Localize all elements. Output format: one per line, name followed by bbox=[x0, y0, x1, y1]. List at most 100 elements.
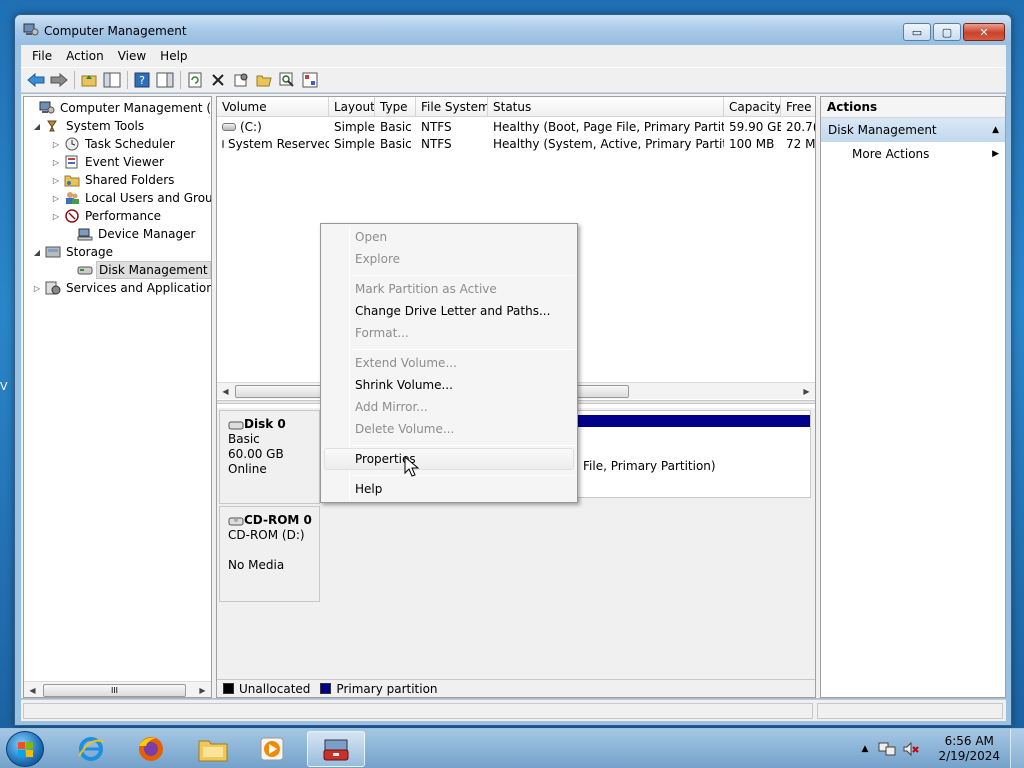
network-icon[interactable] bbox=[878, 741, 896, 757]
search-button[interactable] bbox=[276, 70, 298, 90]
tree-item-services-and-applications[interactable]: ▷ Services and Applications bbox=[32, 279, 211, 297]
cd-rom-0-label[interactable]: CD-ROM 0 CD-ROM (D:) No Media bbox=[219, 506, 320, 602]
volume-muted-icon[interactable] bbox=[902, 741, 920, 757]
menu-item-shrink-volume[interactable]: Shrink Volume... bbox=[355, 375, 453, 395]
tree-label: Event Viewer bbox=[85, 155, 164, 169]
services-icon bbox=[45, 281, 61, 295]
tree-item-shared-folders[interactable]: ▷ Shared Folders bbox=[51, 171, 176, 189]
disk-name: CD-ROM 0 bbox=[228, 513, 319, 528]
start-button[interactable] bbox=[6, 731, 44, 767]
partition-status: File, Primary Partition) bbox=[583, 459, 716, 473]
taskbar-internet-explorer[interactable] bbox=[62, 731, 120, 767]
collapse-icon[interactable]: ▲ bbox=[992, 125, 999, 135]
menu-item-mark-partition-active[interactable]: Mark Partition as Active bbox=[355, 279, 497, 299]
tree-item-storage[interactable]: ◢ Storage bbox=[32, 243, 115, 261]
tree-item-computer-management[interactable]: Computer Management (Local bbox=[26, 99, 211, 117]
show-hidden-icons-button[interactable]: ▲ bbox=[862, 744, 869, 754]
taskbar-file-explorer[interactable] bbox=[184, 731, 242, 767]
scroll-right-icon[interactable]: ▶ bbox=[194, 686, 211, 695]
show-hide-action-pane-button[interactable] bbox=[154, 70, 176, 90]
tree-item-system-tools[interactable]: ◢ System Tools bbox=[32, 117, 146, 135]
column-header-layout[interactable]: Layout bbox=[329, 97, 375, 117]
disk-0-label[interactable]: Disk 0 Basic 60.00 GB Online bbox=[219, 410, 320, 504]
volume-row[interactable]: System Reserved Simple Basic NTFS Health… bbox=[217, 135, 815, 152]
tree-item-event-viewer[interactable]: ▷ Event Viewer bbox=[51, 153, 166, 171]
menu-file[interactable]: File bbox=[25, 49, 59, 63]
task-scheduler-icon bbox=[65, 137, 79, 151]
mouse-cursor-icon bbox=[404, 456, 420, 477]
status-segment bbox=[23, 703, 813, 719]
tree-item-local-users-and-groups[interactable]: ▷ Local Users and Groups bbox=[51, 189, 212, 207]
column-header-capacity[interactable]: Capacity bbox=[724, 97, 781, 117]
back-button[interactable] bbox=[25, 70, 47, 90]
volume-row[interactable]: (C:) Simple Basic NTFS Healthy (Boot, Pa… bbox=[217, 118, 815, 135]
expanded-arrow-icon[interactable]: ◢ bbox=[32, 248, 42, 257]
column-header-type[interactable]: Type bbox=[375, 97, 416, 117]
taskbar-firefox[interactable] bbox=[122, 731, 180, 767]
menu-item-add-mirror[interactable]: Add Mirror... bbox=[355, 397, 428, 417]
scroll-right-icon[interactable]: ▶ bbox=[798, 387, 815, 396]
up-one-level-button[interactable] bbox=[78, 70, 100, 90]
menu-help[interactable]: Help bbox=[153, 49, 194, 63]
taskbar-computer-management[interactable] bbox=[307, 731, 365, 767]
open-folder-icon bbox=[256, 75, 272, 87]
column-header-status[interactable]: Status bbox=[488, 97, 724, 117]
collapsed-arrow-icon[interactable]: ▷ bbox=[51, 212, 61, 221]
more-actions-item[interactable]: More Actions ▶ bbox=[821, 142, 1005, 166]
menu-view[interactable]: View bbox=[111, 49, 153, 63]
system-tools-icon bbox=[47, 120, 57, 132]
taskbar-media-player[interactable] bbox=[243, 731, 301, 767]
title-bar[interactable]: Computer Management ▭ ▢ ✕ bbox=[15, 15, 1011, 45]
tree-label: Local Users and Groups bbox=[85, 191, 212, 205]
collapsed-arrow-icon[interactable]: ▷ bbox=[32, 284, 42, 293]
menu-item-format[interactable]: Format... bbox=[355, 323, 409, 343]
tree-item-task-scheduler[interactable]: ▷ Task Scheduler bbox=[51, 135, 177, 153]
menu-separator bbox=[351, 475, 575, 476]
show-desktop-button[interactable] bbox=[1010, 729, 1024, 768]
column-header-file-system[interactable]: File System bbox=[416, 97, 488, 117]
delete-button[interactable] bbox=[207, 70, 229, 90]
actions-section-disk-management[interactable]: Disk Management ▲ bbox=[821, 118, 1005, 142]
scroll-left-icon[interactable]: ◀ bbox=[217, 387, 234, 396]
tree-horizontal-scrollbar[interactable]: ◀ III ▶ bbox=[24, 681, 211, 697]
menu-item-open[interactable]: Open bbox=[355, 227, 387, 247]
scroll-thumb[interactable]: III bbox=[43, 683, 186, 697]
menu-action[interactable]: Action bbox=[59, 49, 111, 63]
properties-button[interactable] bbox=[230, 70, 252, 90]
expanded-arrow-icon[interactable]: ◢ bbox=[32, 122, 42, 131]
disk-management-icon bbox=[77, 266, 93, 275]
file-system-cell: NTFS bbox=[421, 119, 452, 134]
collapsed-arrow-icon[interactable]: ▷ bbox=[51, 176, 61, 185]
collapsed-arrow-icon[interactable]: ▷ bbox=[51, 194, 61, 203]
tree-item-device-manager[interactable]: Device Manager bbox=[64, 225, 197, 243]
menu-item-explore[interactable]: Explore bbox=[355, 249, 400, 269]
back-arrow-icon bbox=[27, 73, 45, 87]
show-hide-console-tree-button[interactable] bbox=[101, 70, 123, 90]
help-button[interactable]: ? bbox=[131, 70, 153, 90]
delete-x-icon bbox=[212, 74, 224, 86]
menu-item-delete-volume[interactable]: Delete Volume... bbox=[355, 419, 454, 439]
tree-item-performance[interactable]: ▷ Performance bbox=[51, 207, 163, 225]
open-button[interactable] bbox=[253, 70, 275, 90]
clock-date: 2/19/2024 bbox=[938, 749, 1000, 763]
minimize-button[interactable]: ▭ bbox=[903, 23, 931, 41]
scroll-left-icon[interactable]: ◀ bbox=[24, 686, 41, 695]
computer-management-taskbar-icon bbox=[323, 739, 349, 761]
clock[interactable]: 6:56 AM 2/19/2024 bbox=[938, 734, 1000, 764]
maximize-button[interactable]: ▢ bbox=[933, 23, 961, 41]
column-header-volume[interactable]: Volume bbox=[217, 97, 329, 117]
column-header-free[interactable]: Free bbox=[781, 97, 815, 117]
settings-button[interactable] bbox=[299, 70, 321, 90]
collapsed-arrow-icon[interactable]: ▷ bbox=[51, 140, 61, 149]
tree-item-disk-management[interactable]: Disk Management bbox=[64, 261, 211, 279]
menu-item-help[interactable]: Help bbox=[355, 479, 382, 499]
local-users-icon bbox=[66, 192, 79, 204]
cd-rom-0-row[interactable]: CD-ROM 0 CD-ROM (D:) No Media bbox=[219, 506, 813, 602]
volume-name: (C:) bbox=[240, 119, 262, 134]
refresh-button[interactable] bbox=[184, 70, 206, 90]
menu-item-change-drive-letter[interactable]: Change Drive Letter and Paths... bbox=[355, 301, 550, 321]
close-button[interactable]: ✕ bbox=[963, 23, 1005, 41]
menu-item-extend-volume[interactable]: Extend Volume... bbox=[355, 353, 457, 373]
collapsed-arrow-icon[interactable]: ▷ bbox=[51, 158, 61, 167]
forward-button[interactable] bbox=[48, 70, 70, 90]
